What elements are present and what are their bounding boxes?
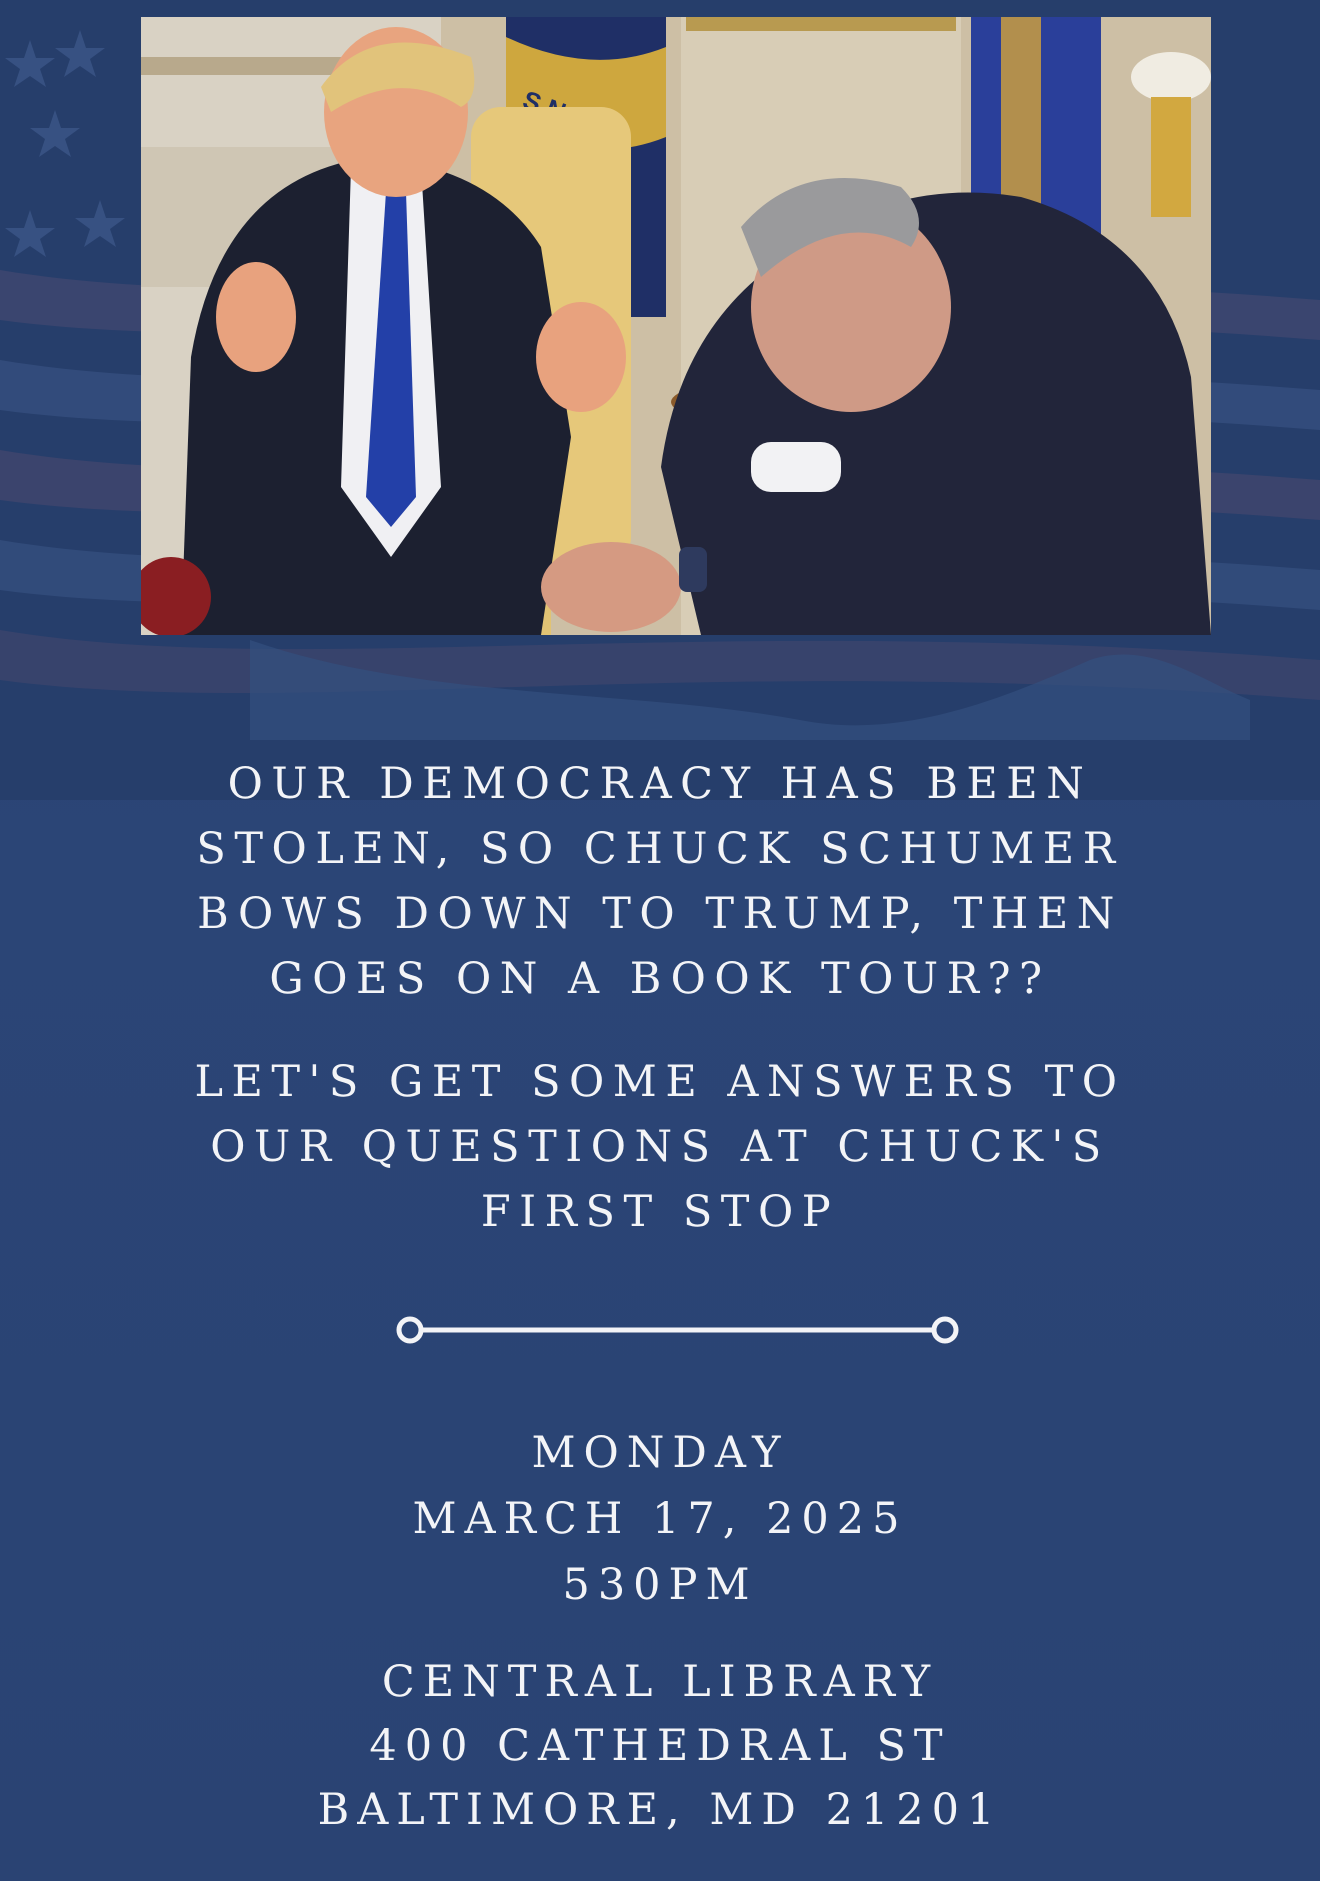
subhead-line: OUR QUESTIONS AT CHUCK'S [210,1122,1110,1172]
headline-line: STOLEN, SO CHUCK SCHUMER [196,824,1124,874]
divider-icon [396,1316,959,1344]
venue-city: BALTIMORE, MD 21201 [317,1785,1003,1835]
event-time: 530PM [562,1560,758,1610]
venue-details: CENTRAL LIBRARY 400 CATHEDRAL ST BALTIMO… [0,1650,1320,1842]
venue-street: 400 CATHEDRAL ST [369,1721,951,1771]
subheadline: LET'S GET SOME ANSWERS TO OUR QUESTIONS … [0,1050,1320,1245]
headline-line: OUR DEMOCRACY HAS BEEN [227,759,1093,809]
headline: OUR DEMOCRACY HAS BEEN STOLEN, SO CHUCK … [0,752,1320,1012]
photo-oval-office: S NAVY [141,17,1211,635]
event-date: MARCH 17, 2025 [412,1494,908,1544]
event-day: MONDAY [531,1428,789,1478]
subhead-line: FIRST STOP [480,1187,840,1237]
headline-line: BOWS DOWN TO TRUMP, THEN [197,889,1123,939]
subhead-line: LET'S GET SOME ANSWERS TO [194,1057,1126,1107]
flyer-page: S NAVY [0,0,1320,1881]
headline-line: GOES ON A BOOK TOUR?? [269,954,1051,1004]
photo-illustration-icon: S NAVY [141,17,1211,635]
event-details: MONDAY MARCH 17, 2025 530PM [0,1420,1320,1618]
venue-name: CENTRAL LIBRARY [381,1657,939,1707]
